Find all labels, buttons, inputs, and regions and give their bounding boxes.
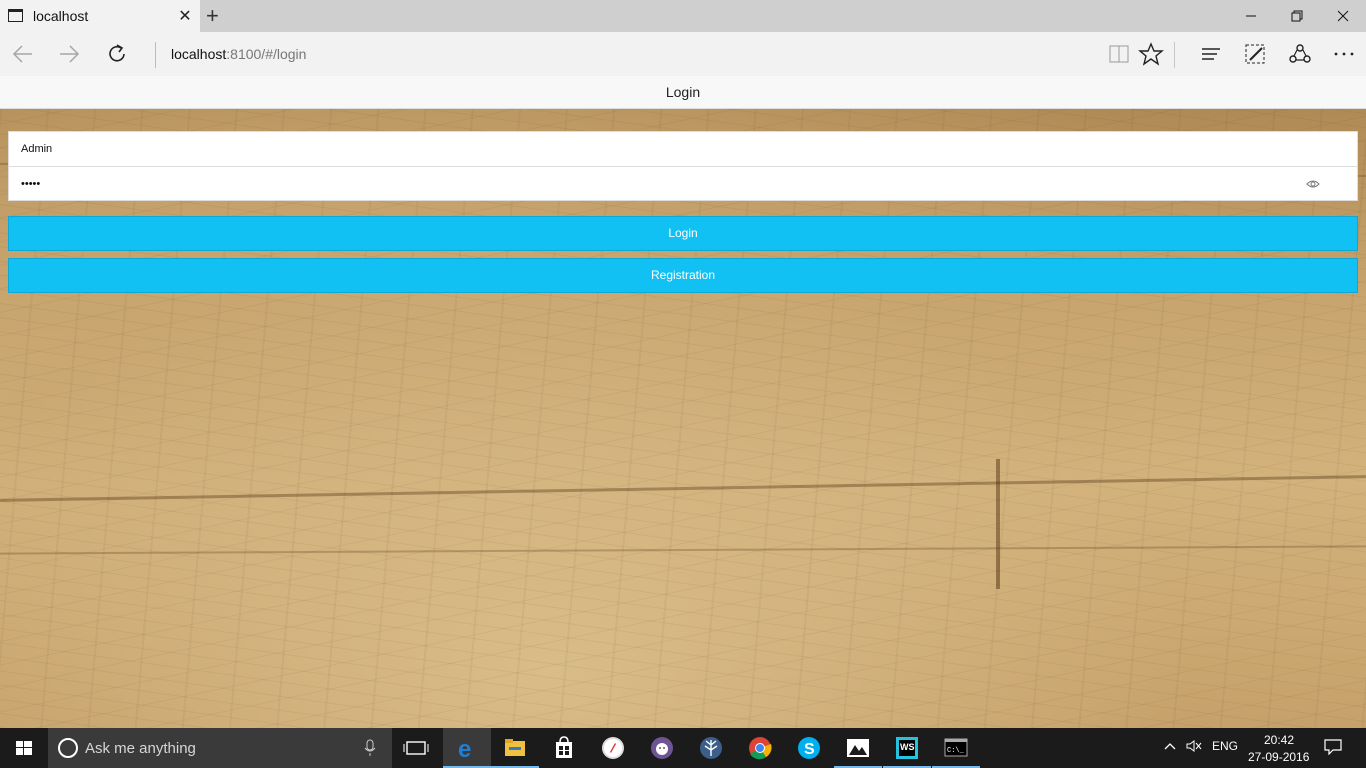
address-separator <box>155 42 156 68</box>
login-form <box>8 131 1358 201</box>
share-icon[interactable] <box>1284 40 1316 68</box>
tab-title: localhost <box>33 8 89 24</box>
close-window-icon[interactable] <box>1320 4 1366 28</box>
edge-icon[interactable]: e <box>443 728 491 768</box>
search-placeholder: Ask me anything <box>85 740 196 757</box>
svg-text:S: S <box>804 741 815 758</box>
file-explorer-icon[interactable] <box>491 728 539 768</box>
webstorm-icon[interactable]: WS <box>883 728 931 768</box>
eye-icon[interactable] <box>1306 177 1320 191</box>
forward-icon[interactable] <box>54 40 86 68</box>
minimize-icon[interactable] <box>1228 4 1274 28</box>
reading-view-icon[interactable] <box>1103 40 1135 68</box>
browser-tab-bar: localhost ✕ + <box>0 0 1366 32</box>
wood-grain <box>0 545 1366 555</box>
address-bar[interactable]: localhost:8100/#/login <box>171 46 306 62</box>
store-icon[interactable] <box>540 728 588 768</box>
address-host: localhost <box>171 46 227 62</box>
web-note-icon[interactable] <box>1239 40 1271 68</box>
browser-tab[interactable]: localhost ✕ <box>0 0 200 32</box>
registration-button[interactable]: Registration <box>8 258 1358 293</box>
volume-muted-icon[interactable] <box>1186 739 1202 756</box>
mic-icon[interactable] <box>364 739 376 757</box>
close-tab-icon[interactable]: ✕ <box>176 6 194 26</box>
password-field <box>9 167 1357 202</box>
address-path: :8100/#/login <box>226 46 307 62</box>
more-icon[interactable] <box>1328 40 1360 68</box>
page-title: Login <box>665 84 701 100</box>
login-button[interactable]: Login <box>8 216 1358 251</box>
favorite-star-icon[interactable] <box>1135 40 1167 68</box>
hub-icon[interactable] <box>1195 40 1227 68</box>
refresh-icon[interactable] <box>102 40 134 68</box>
new-tab-icon[interactable]: + <box>206 3 219 29</box>
github-icon[interactable] <box>638 728 686 768</box>
browser-nav-bar: localhost:8100/#/login <box>0 32 1366 76</box>
task-view-icon[interactable] <box>392 728 440 768</box>
svg-text:e: e <box>458 736 471 763</box>
svg-text:WS: WS <box>900 742 915 752</box>
notification-icon[interactable] <box>1324 739 1342 758</box>
app-tree-icon[interactable] <box>687 728 735 768</box>
clock-time[interactable]: 20:42 <box>1264 733 1294 747</box>
restore-icon[interactable] <box>1274 4 1320 28</box>
password-input[interactable] <box>21 173 1281 195</box>
back-icon[interactable] <box>6 40 38 68</box>
safari-icon[interactable] <box>589 728 637 768</box>
photos-icon[interactable] <box>834 728 882 768</box>
tab-page-icon <box>8 9 23 22</box>
taskbar: Ask me anything e S WS C:\_ ENG 20:42 27… <box>0 728 1366 768</box>
language-indicator[interactable]: ENG <box>1212 739 1238 753</box>
cortana-icon <box>58 738 78 758</box>
terminal-icon[interactable]: C:\_ <box>932 728 980 768</box>
wood-grain <box>0 475 1366 502</box>
app-header: Login <box>0 76 1366 109</box>
username-field <box>9 132 1357 167</box>
clock-date[interactable]: 27-09-2016 <box>1248 750 1309 764</box>
wood-grain <box>996 459 1000 589</box>
chevron-up-icon[interactable] <box>1163 739 1177 756</box>
chrome-icon[interactable] <box>736 728 784 768</box>
skype-icon[interactable]: S <box>785 728 833 768</box>
windows-start-icon[interactable] <box>0 728 48 768</box>
cortana-search-box[interactable]: Ask me anything <box>48 728 392 768</box>
username-input[interactable] <box>21 138 1281 160</box>
toolbar-separator <box>1174 42 1175 68</box>
svg-text:C:\_: C:\_ <box>947 747 965 755</box>
